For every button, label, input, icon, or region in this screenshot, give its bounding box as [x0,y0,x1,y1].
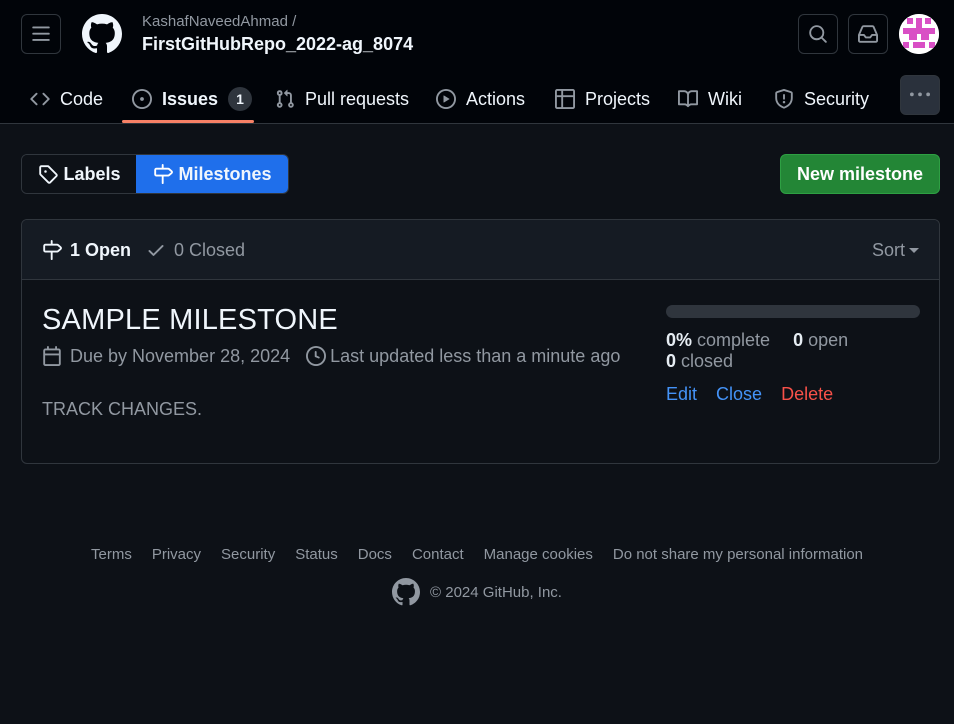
clock-icon [306,346,327,366]
repo-name-link[interactable]: FirstGitHubRepo_2022-ag_8074 [142,34,413,55]
open-value: 0 [793,330,804,350]
github-mark-icon [82,14,122,54]
tab-code[interactable]: Code [30,74,103,124]
closed-milestones-filter[interactable]: 0 Closed [146,220,245,280]
footer-link-security[interactable]: Security [221,546,275,563]
tab-code-label: Code [60,88,104,109]
book-icon [678,90,698,108]
open-label: open [808,330,849,350]
tag-icon [38,165,58,184]
tab-projects[interactable]: Projects [555,74,650,124]
tab-projects-label: Projects [585,88,651,109]
inbox-button[interactable] [848,14,888,54]
more-tabs-button[interactable] [900,75,940,115]
check-icon [148,245,164,256]
tab-pull-requests-label: Pull requests [305,88,410,109]
open-milestones-label: 1 Open [70,239,132,260]
open-milestones-filter[interactable]: 1 Open [42,220,131,280]
footer-link-do-not-share[interactable]: Do not share my personal information [613,546,863,563]
milestone-stats: 0% complete 0 open 0 closed [666,330,926,372]
tab-security-label: Security [804,88,870,109]
footer-link-privacy[interactable]: Privacy [152,546,201,563]
tab-pull-requests[interactable]: Pull requests [275,74,409,124]
hamburger-icon [32,26,50,41]
milestones-button[interactable]: Milestones [136,155,288,193]
triangle-down-icon [909,247,919,253]
footer-link-contact[interactable]: Contact [412,546,464,563]
milestone-complete-stat: 0% complete [666,330,770,351]
delete-milestone-link[interactable]: Delete [781,384,833,404]
kebab-horizontal-icon [910,92,930,97]
tab-issues-label: Issues [162,88,219,109]
identicon-avatar-icon [899,14,939,54]
milestone-icon [153,164,173,184]
sort-dropdown[interactable]: Sort [872,220,919,280]
closed-value: 0 [666,351,677,371]
calendar-icon [43,346,61,366]
closed-label: closed [681,351,734,371]
sort-label: Sort [871,239,905,260]
milestones-list: 1 Open 0 Closed Sort SAMPLE MILESTONE Du… [21,219,940,464]
footer-links: Terms Privacy Security Status Docs Conta… [0,546,954,563]
milestone-closed-stat[interactable]: 0 closed [666,351,733,372]
labels-button[interactable]: Labels [22,155,137,193]
milestone-last-updated: Last updated less than a minute ago [330,345,621,366]
footer-link-terms[interactable]: Terms [91,546,132,563]
github-mark-icon [392,578,421,606]
complete-label: complete [697,330,771,350]
close-milestone-link[interactable]: Close [716,384,762,404]
code-icon [30,92,50,106]
footer-copyright: © 2024 GitHub, Inc. [0,577,954,607]
user-avatar[interactable] [899,14,939,54]
tab-wiki-label: Wiki [708,88,742,109]
milestone-icon [43,240,62,260]
menu-button[interactable] [21,14,61,54]
labels-button-label: Labels [63,163,121,184]
footer-link-docs[interactable]: Docs [358,546,392,563]
issue-opened-icon [132,89,152,109]
labels-milestones-switch: Labels Milestones [21,154,289,194]
github-logo-link[interactable] [82,14,122,54]
milestones-button-label: Milestones [178,163,272,184]
search-button[interactable] [798,14,838,54]
tab-wiki[interactable]: Wiki [678,74,742,124]
milestone-meta: Due by November 28, 2024 Last updated le… [42,345,620,367]
issues-counter: 1 [228,87,253,111]
new-milestone-button[interactable]: New milestone [780,154,940,194]
git-pull-request-icon [276,89,294,108]
shield-icon [775,89,793,109]
milestone-progress-bar [666,305,920,318]
milestones-list-header: 1 Open 0 Closed Sort [22,220,939,280]
footer-link-manage-cookies[interactable]: Manage cookies [484,546,593,563]
play-icon [436,89,456,109]
selected-tab-underline [122,120,254,123]
repo-owner-link[interactable]: KashafNaveedAhmad / [142,13,296,30]
copyright-text: © 2024 GitHub, Inc. [430,583,562,601]
closed-milestones-label: 0 Closed [174,239,246,260]
footer-link-status[interactable]: Status [295,546,338,563]
milestone-open-stat[interactable]: 0 open [793,330,848,351]
search-icon [809,25,827,43]
app-header: KashafNaveedAhmad / FirstGitHubRepo_2022… [0,0,954,124]
tab-actions-label: Actions [466,88,526,109]
complete-value: 0% [666,330,693,350]
inbox-icon [858,25,878,43]
tab-actions[interactable]: Actions [436,74,525,124]
milestone-title-link[interactable]: SAMPLE MILESTONE [42,304,338,337]
repo-nav: Code Issues 1 Pull requests Actions Proj… [0,74,954,124]
milestone-description: TRACK CHANGES. [42,399,203,419]
milestone-actions: Edit Close Delete [666,384,847,405]
milestone-due-date: Due by November 28, 2024 [70,345,291,366]
tab-issues[interactable]: Issues 1 [132,74,253,124]
edit-milestone-link[interactable]: Edit [666,384,697,404]
tab-security[interactable]: Security [774,74,869,124]
table-icon [555,89,575,109]
